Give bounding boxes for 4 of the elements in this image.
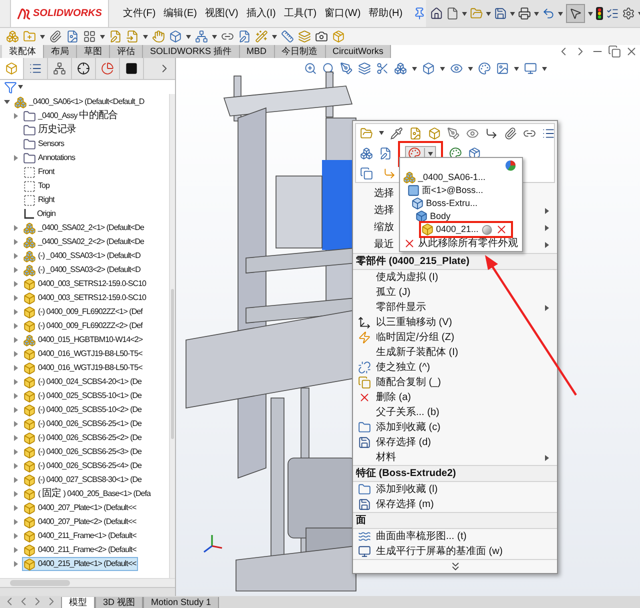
menu-section-header: 面 [353,512,557,529]
logo-text: SOLIDWORKS [33,7,102,21]
menu-section-header: 特征 (Boss-Extrude2) [353,465,557,482]
menu-section-header: 零部件 (0400_215_Plate) [353,253,557,270]
